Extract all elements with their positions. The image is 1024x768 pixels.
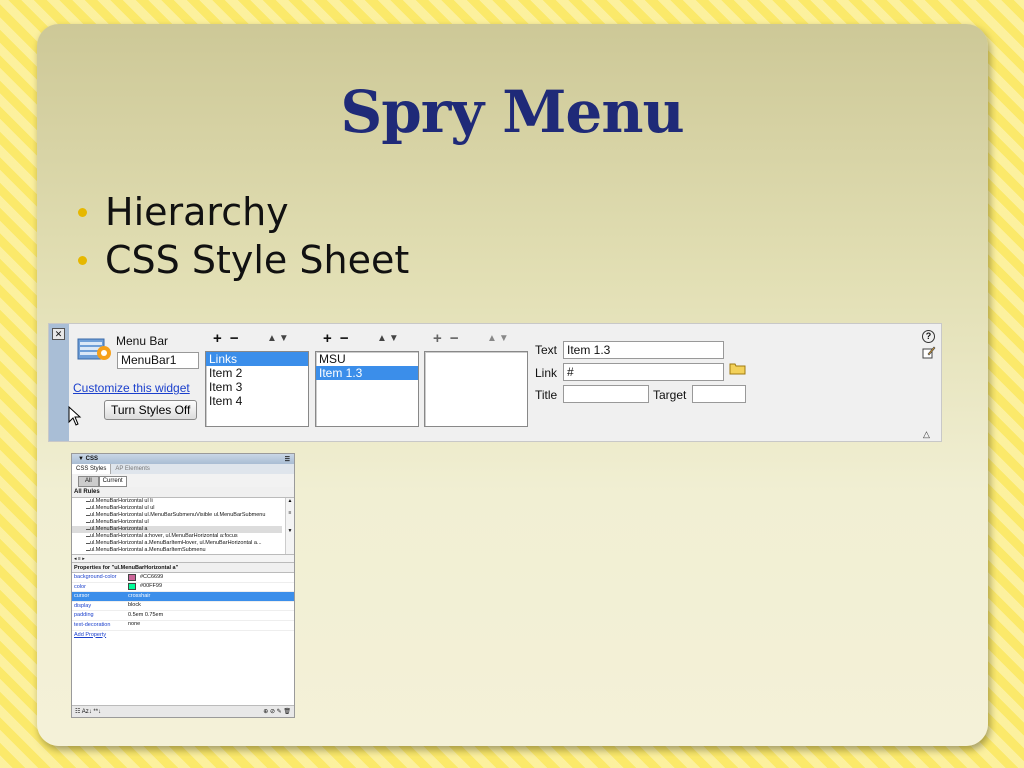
bullet-dot-icon [78, 207, 87, 217]
bullet-item: Hierarchy [78, 188, 409, 236]
rules-list[interactable]: ul.MenuBarHorizontal ul li ul.MenuBarHor… [72, 497, 294, 555]
bullet-text: CSS Style Sheet [105, 238, 410, 282]
add-property-link[interactable]: Add Property [72, 631, 294, 640]
inspector-side-strip [49, 324, 69, 441]
bullet-dot-icon [78, 255, 87, 265]
property-row[interactable]: display block [72, 602, 294, 612]
help-icon[interactable]: ? [922, 330, 935, 343]
list-item[interactable]: ul.MenuBarHorizontal a [72, 526, 282, 533]
widget-name-input[interactable]: MenuBar1 [117, 352, 199, 369]
level2-move-arrows[interactable]: ▲▼ [377, 333, 401, 344]
level2-add-remove-buttons[interactable]: + − [323, 330, 351, 347]
list-item[interactable]: Item 2 [206, 366, 308, 380]
close-icon[interactable]: ✕ [52, 328, 65, 340]
level1-add-remove-buttons[interactable]: + − [213, 330, 241, 347]
css-styles-panel: ▼ CSS ☰ CSS Styles AP Elements All Curren… [71, 453, 295, 718]
level3-add-remove-buttons[interactable]: + − [433, 330, 461, 347]
text-input[interactable]: Item 1.3 [563, 341, 724, 359]
property-name: color [74, 583, 86, 590]
list-item[interactable]: Links [206, 352, 308, 366]
menu-bar-widget-icon [77, 338, 111, 360]
widget-type-label: Menu Bar [116, 334, 169, 348]
browse-folder-icon[interactable] [729, 362, 746, 375]
css-panel-header[interactable]: ▼ CSS ☰ [72, 454, 294, 464]
link-label: Link [535, 366, 558, 380]
all-button[interactable]: All [78, 476, 99, 487]
property-value: block [128, 602, 141, 609]
property-inspector: ✕ Menu Bar MenuBar1 Customize this widge… [48, 323, 942, 442]
rules-mode-toggle: All Current [72, 474, 294, 487]
color-swatch[interactable] [128, 573, 136, 581]
property-name: background-color [74, 574, 117, 580]
turn-styles-off-button[interactable]: Turn Styles Off [104, 400, 198, 420]
property-name: padding [74, 612, 94, 619]
list-item[interactable]: ul.MenuBarHorizontal ul li [72, 498, 282, 505]
tab-css-styles[interactable]: CSS Styles [72, 464, 112, 474]
rules-horizontal-scrollbar[interactable]: ◂ ≡ ▸ [72, 555, 294, 563]
edit-pencil-icon[interactable] [922, 346, 936, 359]
collapse-icon[interactable]: △ [923, 429, 930, 440]
list-item[interactable]: ul.MenuBarHorizontal a:hover, ul.MenuBar… [72, 533, 282, 540]
list-item[interactable]: Item 3 [206, 380, 308, 394]
property-row[interactable]: text-decoration none [72, 621, 294, 631]
property-value: 0.5em 0.75em [128, 611, 164, 618]
list-item[interactable]: ul.MenuBarHorizontal a.MenuBarItemHover,… [72, 540, 282, 547]
property-value: #CC6699 [140, 573, 164, 580]
bullet-item: CSS Style Sheet [78, 236, 409, 284]
level1-move-arrows[interactable]: ▲▼ [267, 333, 291, 344]
property-name: cursor [74, 593, 90, 600]
bullet-text: Hierarchy [105, 190, 289, 234]
mouse-cursor-icon [68, 406, 82, 426]
target-input[interactable] [692, 385, 746, 403]
level3-list[interactable] [424, 351, 528, 427]
property-name: display [74, 602, 92, 609]
level1-list[interactable]: Links Item 2 Item 3 Item 4 [205, 351, 309, 427]
slide-title: Spry Menu [340, 78, 684, 146]
property-row[interactable]: padding 0.5em 0.75em [72, 611, 294, 621]
property-row[interactable]: color #00FF99 [72, 583, 294, 593]
rules-vertical-scrollbar[interactable]: ▲ ≡ ▼ [285, 498, 294, 554]
property-value: crosshair [128, 592, 151, 599]
link-input[interactable]: # [563, 363, 724, 381]
property-row[interactable]: background-color #CC6699 [72, 573, 294, 583]
list-item[interactable]: Item 4 [206, 394, 308, 408]
color-swatch[interactable] [128, 583, 136, 591]
customize-widget-link[interactable]: Customize this widget [73, 381, 190, 395]
level3-move-arrows[interactable]: ▲▼ [487, 333, 511, 344]
properties-title: Properties for "ul.MenuBarHorizontal a" [72, 563, 294, 573]
bullet-list: Hierarchy CSS Style Sheet [78, 188, 409, 284]
list-item[interactable]: ul.MenuBarHorizontal ul [72, 519, 282, 526]
all-rules-label: All Rules [72, 487, 294, 497]
css-panel-tabs: CSS Styles AP Elements [72, 464, 294, 474]
property-value: none [128, 621, 141, 628]
list-item[interactable]: MSU [316, 352, 418, 366]
level2-list[interactable]: MSU Item 1.3 [315, 351, 419, 427]
view-toggle-icons[interactable]: ☷ Az↓ **↓ [75, 706, 101, 717]
property-row[interactable]: cursor crosshair [72, 592, 294, 602]
panel-options-icon[interactable]: ☰ [285, 455, 290, 465]
list-item[interactable]: ul.MenuBarHorizontal ul.MenuBarSubmenuVi… [72, 512, 282, 519]
target-label: Target [653, 388, 687, 402]
list-item[interactable]: ul.MenuBarHorizontal a.MenuBarItemSubmen… [72, 547, 282, 554]
css-panel-footer: ☷ Az↓ **↓ ⊕ ⊘ ✎ 🗑 [72, 705, 294, 717]
tab-ap-elements[interactable]: AP Elements [111, 464, 154, 474]
text-label: Text [535, 343, 558, 357]
css-panel-title: ▼ CSS [78, 456, 98, 462]
list-item[interactable]: Item 1.3 [316, 366, 418, 380]
property-value: #00FF99 [140, 583, 163, 590]
title-label: Title [535, 388, 558, 402]
current-button[interactable]: Current [98, 476, 127, 487]
property-name: text-decoration [74, 621, 111, 628]
title-input[interactable] [563, 385, 649, 403]
list-item[interactable]: ul.MenuBarHorizontal ul ul [72, 505, 282, 512]
rule-action-icons[interactable]: ⊕ ⊘ ✎ 🗑 [263, 706, 291, 717]
